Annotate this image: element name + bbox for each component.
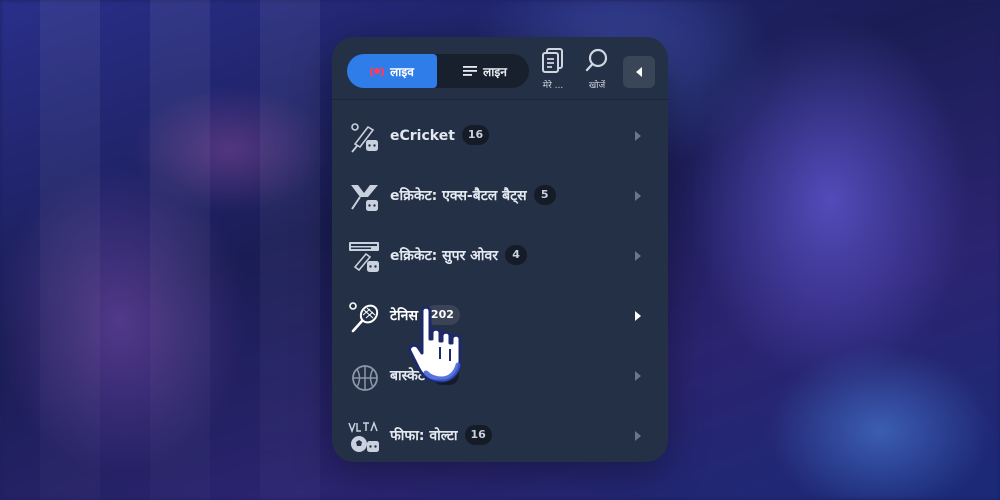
sport-row-basketball[interactable]: बास्केट68 <box>332 347 668 405</box>
fifa-volta-icon <box>348 421 379 452</box>
tab-line[interactable]: लाइन <box>441 54 529 88</box>
sport-row-tennis[interactable]: टेनिस 202 <box>332 287 668 345</box>
chevron-right-icon <box>635 371 641 381</box>
chevron-right-icon <box>635 131 641 141</box>
sport-row-label: eक्रिकेट: सुपर ओवर 4 <box>390 245 528 265</box>
chevron-right-icon <box>635 191 641 201</box>
search-label: खोजें <box>588 81 606 91</box>
background-stripe <box>260 0 320 500</box>
tab-live-label: लाइव <box>390 64 414 79</box>
my-bets-label: मेरे ... <box>542 81 564 91</box>
count-badge: 16 <box>464 425 492 445</box>
sport-row-ecricket[interactable]: eCricket 16 <box>332 107 668 165</box>
collapse-button[interactable] <box>623 56 655 88</box>
tab-line-label: लाइन <box>483 64 507 79</box>
count-badge: 4 <box>505 245 528 265</box>
my-bets-button[interactable]: मेरे ... <box>531 47 575 93</box>
chevron-right-icon <box>635 251 641 261</box>
search-button[interactable]: खोजें <box>575 47 619 93</box>
xbattle-bats-icon <box>351 185 378 211</box>
super-over-icon <box>349 242 379 272</box>
background-stripe <box>40 0 100 500</box>
chevron-right-icon <box>635 311 641 321</box>
ecricket-icon <box>351 123 378 153</box>
live-broadcast-icon <box>370 64 385 79</box>
document-icon <box>542 48 563 73</box>
hand-pointer-icon <box>408 305 462 383</box>
sport-row-label: फीफा: वोल्टा 16 <box>390 425 492 445</box>
tab-live[interactable]: लाइव <box>347 54 437 88</box>
tennis-icon <box>349 302 379 333</box>
sport-row-xbattle-bats[interactable]: eक्रिकेट: एक्स-बैटल बैट्स 5 <box>332 167 668 225</box>
background-stripe <box>150 0 210 500</box>
sport-row-label: eCricket 16 <box>390 125 490 145</box>
list-icon <box>463 66 478 76</box>
chevron-left-icon <box>636 67 642 77</box>
count-badge: 16 <box>461 125 490 145</box>
live-line-tabs: लाइव लाइन <box>347 54 529 88</box>
chevron-right-icon <box>635 431 641 441</box>
divider <box>332 99 668 100</box>
sport-row-fifa-volta[interactable]: फीफा: वोल्टा 16 <box>332 407 668 462</box>
count-badge: 5 <box>533 185 556 205</box>
sport-row-super-over[interactable]: eक्रिकेट: सुपर ओवर 4 <box>332 227 668 285</box>
menu-topbar: लाइव लाइन मेरे ... खोजें <box>332 37 668 99</box>
search-icon <box>585 48 608 72</box>
sport-row-label: eक्रिकेट: एक्स-बैटल बैट्स 5 <box>390 185 556 205</box>
basketball-icon <box>352 365 378 391</box>
sports-menu-panel: लाइव लाइन मेरे ... खोजें eCricket 16 eक्… <box>332 37 668 462</box>
